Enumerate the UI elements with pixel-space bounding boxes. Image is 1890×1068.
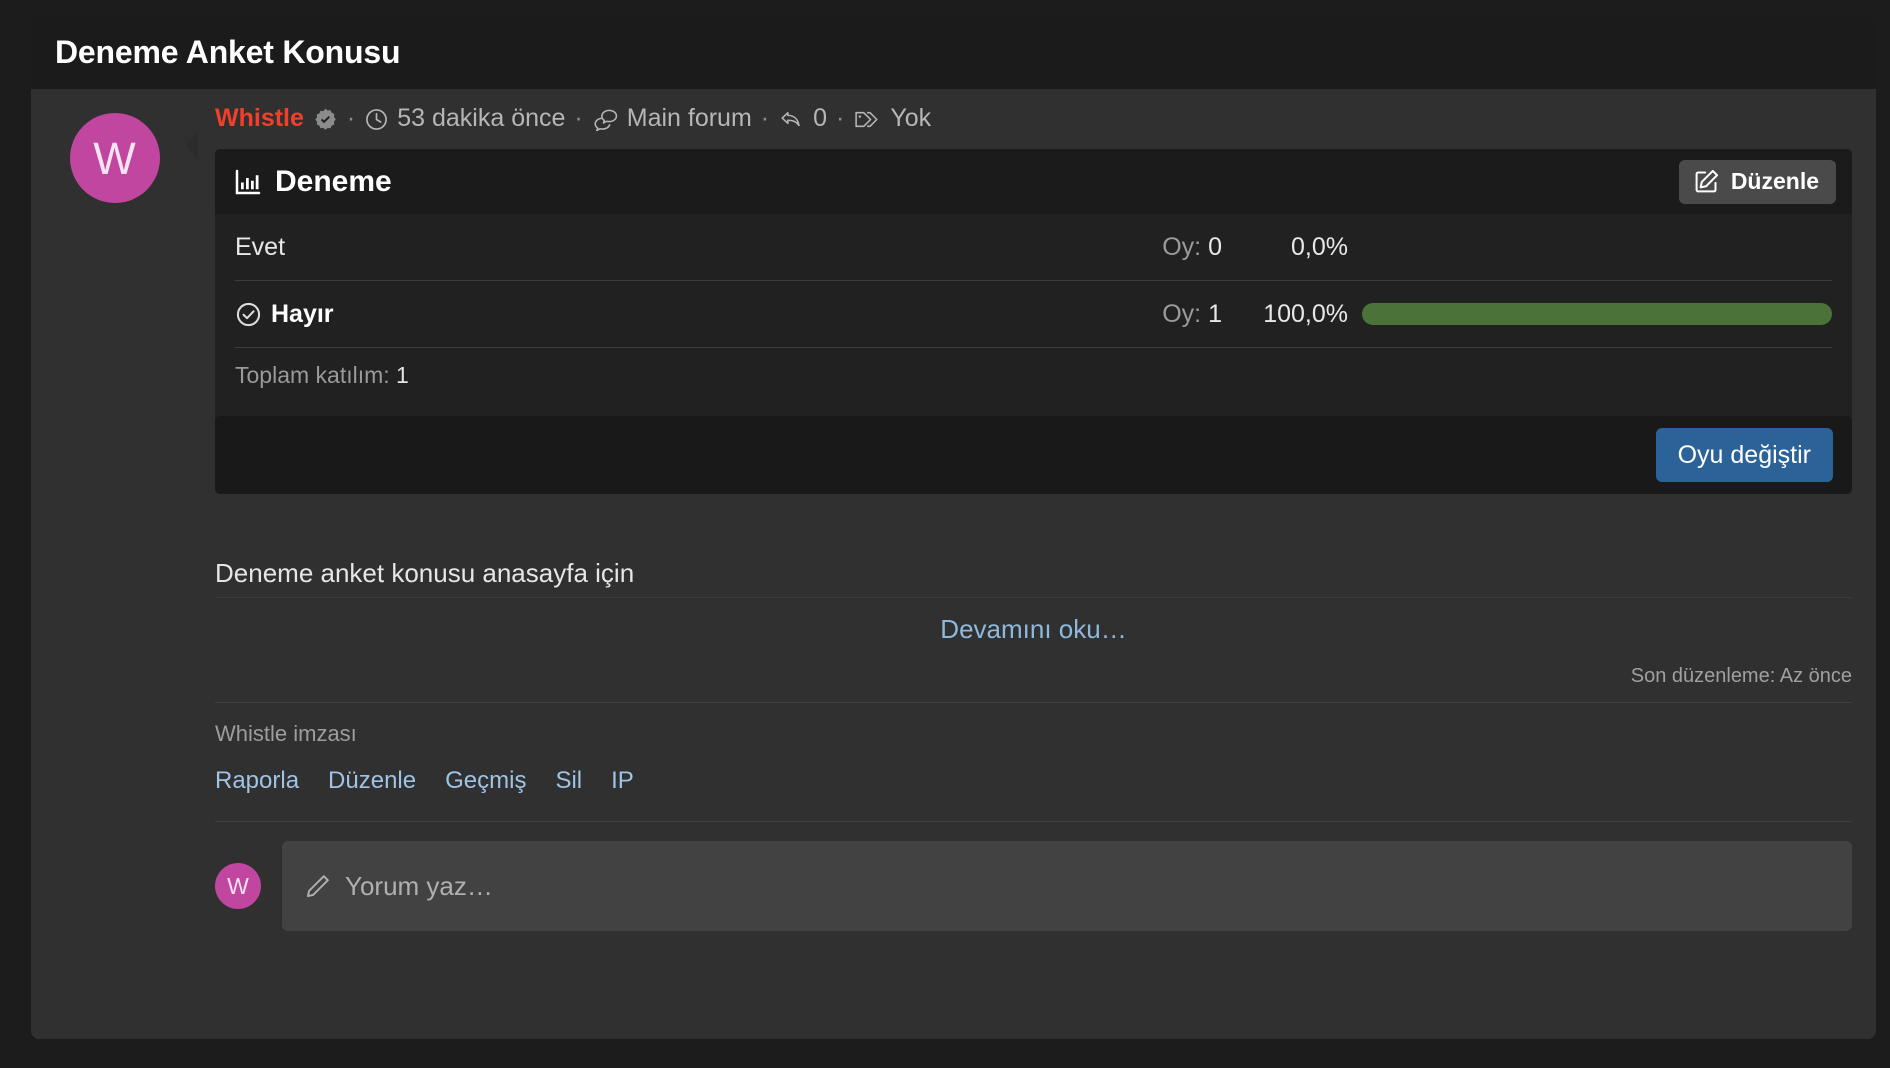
poll-option-votes: Oy: 0 bbox=[1162, 233, 1222, 262]
poll-option-votes-value: 0 bbox=[1208, 232, 1222, 261]
page-root: Deneme Anket Konusu W Whistle · 53 dakik… bbox=[0, 0, 1890, 1068]
check-circle-icon bbox=[235, 301, 262, 328]
poll-body: Evet Oy: 0 0,0% Hayır Oy: 1 100,0% Topla… bbox=[215, 214, 1852, 405]
post-replies[interactable]: 0 bbox=[778, 104, 827, 133]
poll-option-label: Evet bbox=[235, 232, 286, 261]
poll-title: Deneme bbox=[275, 164, 392, 198]
post-forum[interactable]: Main forum bbox=[592, 104, 752, 133]
meta-separator-1: · bbox=[346, 103, 356, 132]
pencil-icon bbox=[304, 873, 331, 900]
poll-total-label: Toplam katılım: bbox=[235, 362, 390, 388]
meta-separator-4: · bbox=[836, 103, 845, 132]
forums-icon bbox=[592, 107, 619, 132]
poll-option-votes-value: 1 bbox=[1208, 299, 1222, 328]
post-forum-label: Main forum bbox=[626, 103, 752, 132]
composer-avatar[interactable]: W bbox=[215, 863, 261, 909]
clock-icon bbox=[364, 107, 389, 132]
poll-footer: Oyu değiştir bbox=[215, 416, 1852, 494]
pencil-square-icon bbox=[1693, 168, 1720, 195]
post-actions: Raporla Düzenle Geçmiş Sil IP bbox=[215, 747, 1852, 795]
poll-option-votes-label: Oy: bbox=[1162, 232, 1202, 261]
comment-composer: W Yorum yaz… bbox=[215, 821, 1852, 931]
action-report[interactable]: Raporla bbox=[215, 767, 299, 795]
post-time-label: 53 dakika önce bbox=[397, 103, 566, 132]
post-replies-count: 0 bbox=[813, 103, 828, 132]
post-message: Deneme anket konusu anasayfa için bbox=[215, 558, 635, 588]
bubble-arrow bbox=[184, 131, 198, 159]
action-edit[interactable]: Düzenle bbox=[328, 767, 416, 795]
page-title: Deneme Anket Konusu bbox=[55, 34, 401, 70]
poll-option-row[interactable]: Evet Oy: 0 0,0% bbox=[235, 214, 1832, 280]
post-tags-label: Yok bbox=[890, 103, 932, 132]
verified-badge-icon bbox=[313, 107, 338, 132]
post-content-column: Whistle · 53 dakika önce · Main forum · … bbox=[198, 89, 1876, 931]
post-signature: Whistle imzası bbox=[215, 702, 1852, 747]
poll-header: Deneme Düzenle bbox=[215, 149, 1852, 214]
bar-chart-icon bbox=[233, 167, 263, 197]
poll-option-bar-track bbox=[1362, 236, 1832, 258]
tag-icon bbox=[853, 107, 882, 132]
post-tags[interactable]: Yok bbox=[853, 104, 931, 133]
poll-total: Toplam katılım: 1 bbox=[235, 348, 1832, 405]
author-name[interactable]: Whistle bbox=[215, 104, 304, 133]
comment-input-placeholder: Yorum yaz… bbox=[345, 870, 493, 901]
poll-option-votes: Oy: 1 bbox=[1162, 300, 1222, 329]
post: W Whistle · 53 dakika önce · Main forum … bbox=[31, 89, 1876, 931]
post-time[interactable]: 53 dakika önce bbox=[364, 104, 565, 133]
thread-card: Deneme Anket Konusu W Whistle · 53 dakik… bbox=[31, 16, 1876, 1039]
action-delete[interactable]: Sil bbox=[555, 767, 582, 795]
read-more-wrap: Devamını oku… bbox=[215, 597, 1852, 649]
comment-input[interactable]: Yorum yaz… bbox=[282, 841, 1852, 931]
poll-edit-button[interactable]: Düzenle bbox=[1678, 159, 1836, 204]
poll: Deneme Düzenle Evet Oy: 0 0,0% Hayır Oy:… bbox=[215, 149, 1852, 494]
poll-edit-button-label: Düzenle bbox=[1730, 168, 1819, 194]
meta-separator-3: · bbox=[760, 103, 770, 132]
action-history[interactable]: Geçmiş bbox=[445, 767, 526, 795]
poll-option-percent: 100,0% bbox=[1263, 299, 1348, 328]
poll-option-bar-fill bbox=[1362, 303, 1832, 325]
change-vote-button[interactable]: Oyu değiştir bbox=[1655, 428, 1833, 482]
poll-option-row[interactable]: Hayır Oy: 1 100,0% bbox=[235, 281, 1832, 347]
action-ip[interactable]: IP bbox=[611, 767, 634, 795]
post-author-column: W bbox=[31, 89, 198, 931]
poll-total-value: 1 bbox=[396, 362, 409, 388]
poll-option-label-wrap: Hayır bbox=[235, 300, 1162, 329]
read-more-link[interactable]: Devamını oku… bbox=[940, 614, 1126, 644]
thread-title-bar: Deneme Anket Konusu bbox=[31, 16, 1876, 89]
post-meta: Whistle · 53 dakika önce · Main forum · … bbox=[215, 89, 1852, 147]
poll-option-bar-track bbox=[1362, 303, 1832, 325]
poll-option-percent: 0,0% bbox=[1291, 232, 1348, 261]
last-edit-note: Son düzenleme: Az önce bbox=[1630, 665, 1852, 687]
poll-option-votes-label: Oy: bbox=[1162, 299, 1202, 328]
poll-option-label: Hayır bbox=[271, 299, 334, 328]
meta-separator-2: · bbox=[574, 103, 583, 132]
reply-arrow-icon bbox=[778, 107, 805, 132]
avatar[interactable]: W bbox=[69, 113, 160, 203]
